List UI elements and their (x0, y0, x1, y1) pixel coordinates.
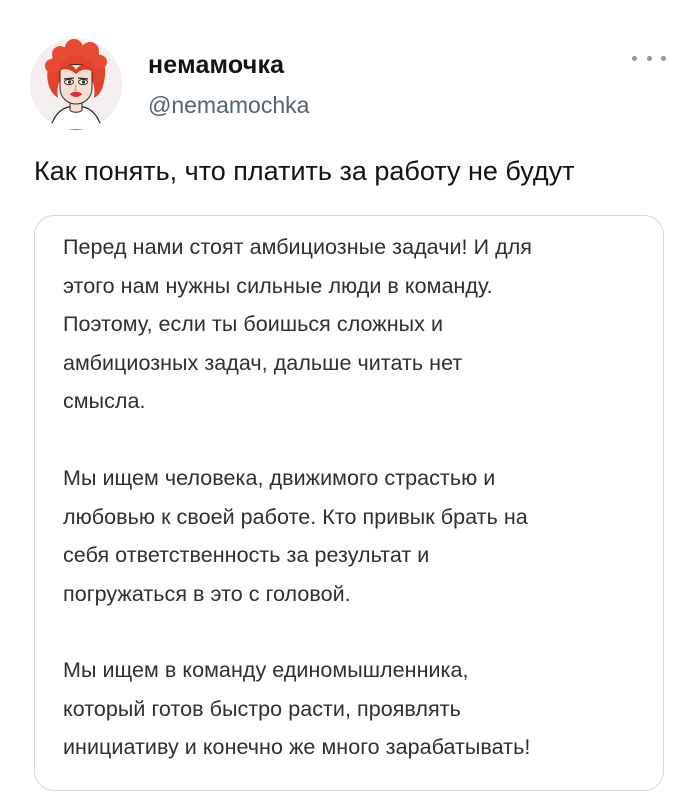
quote-line: смысла. (63, 389, 146, 413)
dot (646, 55, 652, 61)
quote-line: себя ответственность за результат и (63, 543, 430, 567)
quote-line: Перед нами стоят амбициозные задачи! И д… (63, 235, 532, 259)
quote-line: Мы ищем человека, движимого страстью и (63, 466, 496, 490)
more-dots-icon[interactable] (632, 48, 666, 68)
quote-paragraph-3: Мы ищем в команду единомышленника, котор… (63, 651, 653, 767)
quote-line: который готов быстро расти, проявлять (63, 696, 461, 721)
quote-line: Поэтому, если ты боишься сложных и (63, 312, 444, 336)
dot (661, 55, 666, 61)
quote-paragraph-1: Перед нами стоят амбициозные задачи! И д… (63, 228, 653, 421)
quoted-text-card[interactable]: Перед нами стоят амбициозные задачи! И д… (34, 215, 664, 791)
quote-line: амбициозных задач, дальше читать нет (63, 350, 463, 375)
quote-line: Мы ищем в команду единомышленника, (63, 658, 469, 682)
display-name[interactable]: немамочка (148, 50, 309, 80)
tweet: немамочка @nemamochka Как понять, что пл… (0, 0, 700, 809)
tweet-header: немамочка @nemamochka (30, 38, 670, 130)
handle[interactable]: @nemamochka (148, 90, 309, 120)
quote-line: этого нам нужны сильные люди в команду. (63, 273, 493, 298)
dot (632, 55, 637, 61)
avatar-image (30, 38, 122, 130)
avatar[interactable] (30, 38, 122, 130)
quote-line: любовью к своей работе. Кто привык брать… (63, 504, 528, 529)
quote-paragraph-2: Мы ищем человека, движимого страстью и л… (63, 459, 653, 613)
quote-line: погружаться в это с головой. (63, 581, 351, 606)
tweet-text: Как понять, что платить за работу не буд… (34, 156, 575, 186)
author-names: немамочка @nemamochka (148, 50, 309, 120)
quote-line: инициативу и конечно же много зарабатыва… (63, 735, 531, 759)
